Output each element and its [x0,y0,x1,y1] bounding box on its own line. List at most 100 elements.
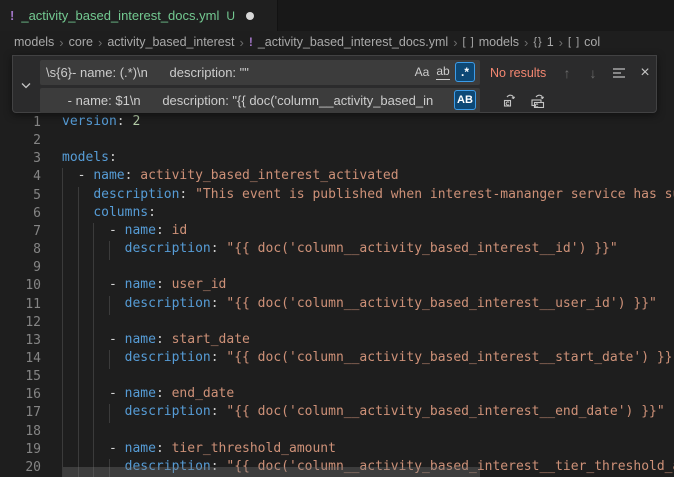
code-token: name [125,332,156,347]
code-token: tier_threshold_amount [172,441,336,456]
horizontal-scrollbar[interactable] [63,467,480,477]
close-find-widget-icon[interactable]: × [634,62,656,84]
breadcrumb-separator-icon: › [98,35,102,50]
code-token: description [93,187,179,202]
indent-guide [62,332,63,351]
replace-input[interactable] [40,88,480,113]
breadcrumb-label: models [14,35,54,49]
line-number: 7 [0,223,41,242]
code-token: columns [93,205,148,220]
code-line [62,132,674,151]
breadcrumb-separator-icon: › [59,35,63,50]
code-token: "{{ doc('column__activity_based_interest… [226,241,617,256]
breadcrumb-label: _activity_based_interest_docs.yml [258,35,448,49]
code-token: name [93,168,124,183]
indent-guide [78,404,79,423]
indent-guide [78,241,79,260]
code-line: version: 2 [62,114,674,133]
indent-guide [62,223,63,242]
previous-match-button[interactable]: ↑ [556,62,578,84]
replace-all-icon[interactable] [527,89,549,111]
indent-guide [109,350,110,369]
code-editor[interactable]: 1version: 223models:4 - name: activity_b… [0,53,674,477]
breadcrumb-separator-icon: › [559,35,563,50]
code-token: description [125,296,211,311]
code-token: : [148,205,156,220]
code-token: start_date [172,332,250,347]
code-token: name [125,277,156,292]
next-match-button[interactable]: ↓ [582,62,604,84]
indent-guide [93,259,94,278]
indent-guide [93,423,94,442]
line-number: 8 [0,241,41,260]
indent-guide [93,350,94,369]
breadcrumb-item[interactable]: core [69,35,93,49]
toggle-replace-chevron-icon[interactable] [17,77,35,93]
indent-guide [93,241,94,260]
code-token: : [156,441,172,456]
code-line: - name: user_id [62,277,674,296]
code-line [62,314,674,333]
indent-guide [93,368,94,387]
match-case-icon[interactable]: Aa [412,62,432,82]
use-regex-icon[interactable]: .* [455,62,475,82]
replace-one-icon[interactable] [499,89,521,111]
indent-guide [93,296,94,315]
find-in-selection-icon[interactable] [608,62,630,84]
code-line: - name: activity_based_interest_activate… [62,168,674,187]
code-line: models: [62,150,674,169]
indent-guide [62,314,63,333]
preserve-case-icon[interactable]: AB [454,90,476,110]
code-token: user_id [172,277,227,292]
code-token: : [156,223,172,238]
breadcrumb-separator-icon: › [239,35,243,50]
code-token: : [109,150,117,165]
code-line: description: "{{ doc('column__activity_b… [62,404,674,423]
find-replace-widget: Aa ab .* No results ↑ ↓ × AB [12,55,657,113]
indent-guide [78,296,79,315]
line-number: 10 [0,277,41,296]
line-number: 2 [0,132,41,151]
code-line: - name: start_date [62,332,674,351]
breadcrumb-item[interactable]: !_activity_based_interest_docs.yml [249,35,448,49]
indent-guide [78,187,79,206]
breadcrumb-item[interactable]: [ ]col [568,35,600,49]
line-number: 13 [0,332,41,351]
editor-tab[interactable]: ! _activity_based_interest_docs.yml U [0,0,278,31]
indent-guide [109,404,110,423]
breadcrumb-label: activity_based_interest [107,35,234,49]
indent-guide [93,332,94,351]
breadcrumb-label: 1 [547,35,554,49]
line-number: 19 [0,441,41,460]
indent-guide [93,441,94,460]
unsaved-changes-dot[interactable] [246,12,254,20]
code-line: - name: tier_threshold_amount [62,441,674,460]
indent-guide [93,223,94,242]
indent-guide [93,314,94,333]
code-token: description [125,350,211,365]
code-line: description: "{{ doc('column__activity_b… [62,296,674,315]
line-number: 12 [0,314,41,333]
indent-guide [78,350,79,369]
code-token: "{{ doc('column__activity_based_interest… [226,350,674,365]
indent-guide [93,277,94,296]
indent-guide [62,350,63,369]
code-token: "This event is published when interest-m… [195,187,674,202]
breadcrumb-item[interactable]: [ ]models [463,35,519,49]
indent-guide [62,386,63,405]
indent-guide [78,423,79,442]
code-token: - [62,168,93,183]
line-number: 6 [0,205,41,224]
breadcrumb-item[interactable]: models [14,35,54,49]
breadcrumb-item[interactable]: activity_based_interest [107,35,234,49]
code-line [62,368,674,387]
code-token: "{{ doc('column__activity_based_interest… [226,296,656,311]
breadcrumb-label: models [479,35,519,49]
code-line: description: "{{ doc('column__activity_b… [62,350,674,369]
breadcrumb-item[interactable]: {} 1 [533,35,553,49]
indent-guide [109,296,110,315]
whole-word-icon[interactable]: ab [433,62,453,82]
symbol-object-icon: {} [533,36,542,48]
line-number: 16 [0,386,41,405]
code-line: description: "This event is published wh… [62,187,674,206]
